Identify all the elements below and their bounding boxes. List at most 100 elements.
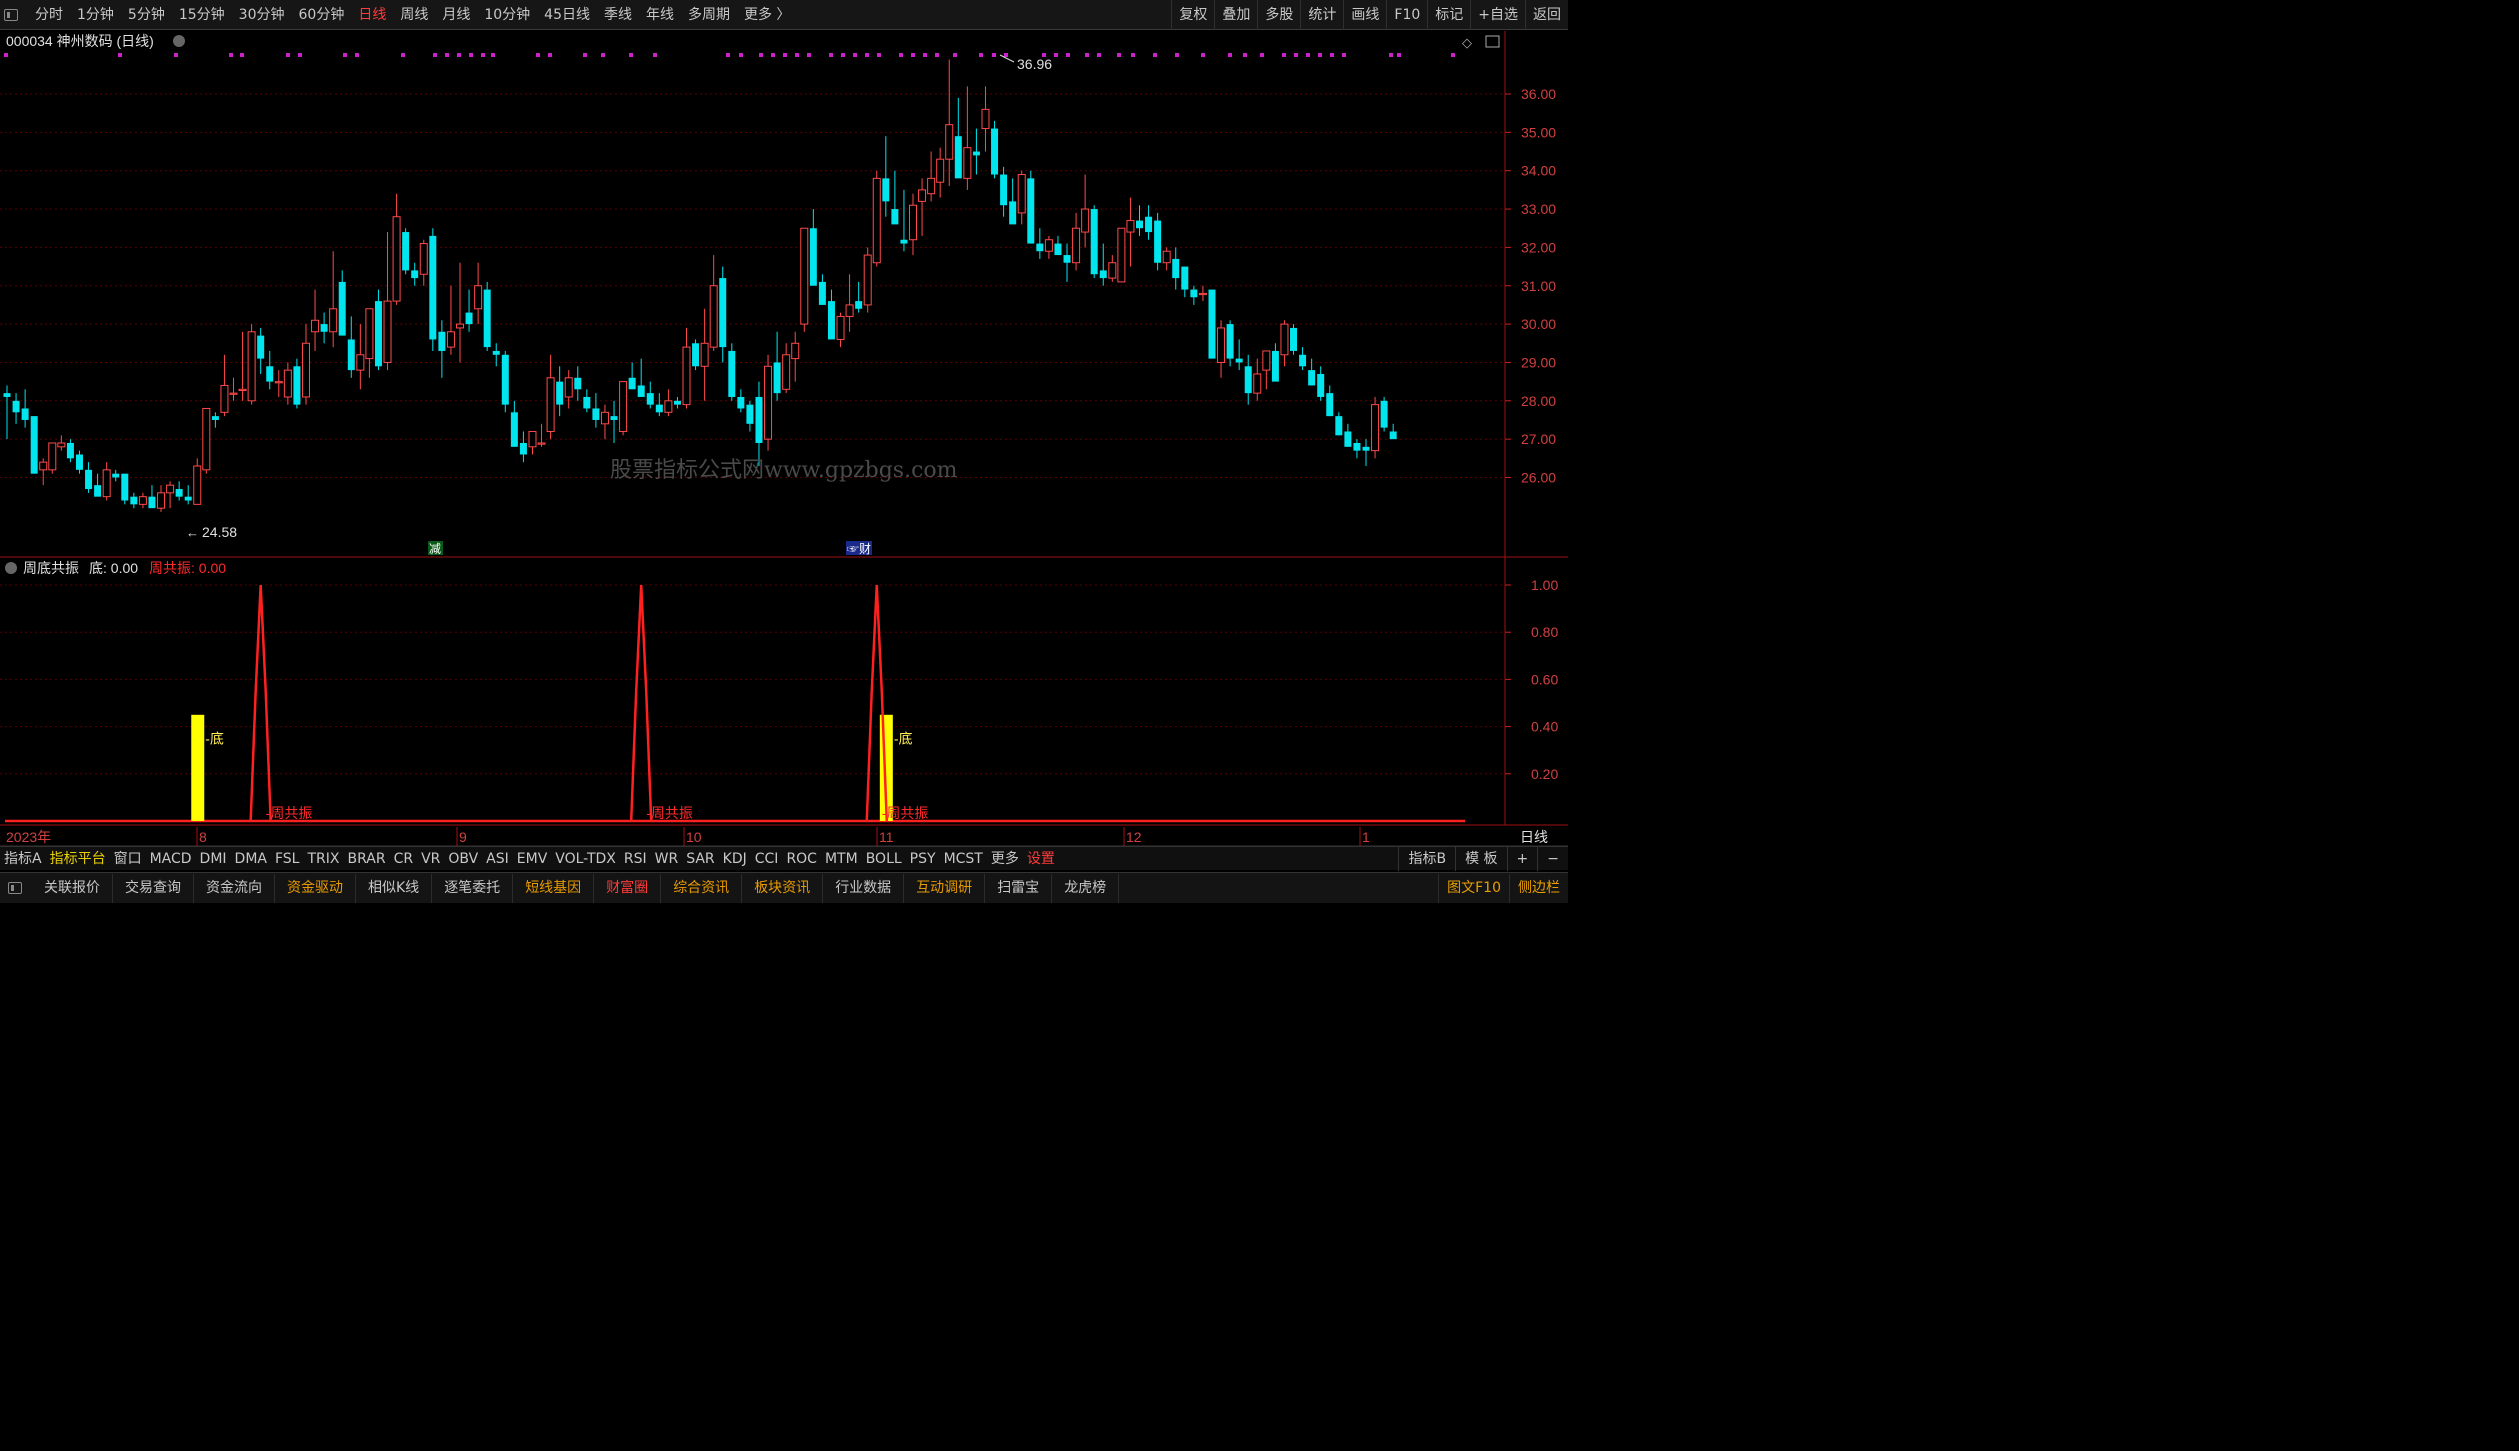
period-tab-2[interactable]: 5分钟 [121,0,172,30]
period-tab-12[interactable]: 年线 [639,0,681,30]
indicator-right-2[interactable]: + [1506,846,1538,871]
signal-dot [583,53,587,57]
diamond-icon[interactable]: ◇ [1462,35,1472,50]
candle [637,358,645,397]
indicator-tab-5[interactable]: DMA [231,847,271,871]
function-tab-0[interactable]: 关联报价 [32,873,113,903]
signal-dot [1117,53,1121,57]
function-tab-13[interactable]: 龙虎榜 [1052,873,1120,903]
function-tab-11[interactable]: 互动调研 [904,873,986,903]
period-tab-14[interactable]: 更多 〉 [737,0,797,30]
signal-dot [935,53,939,57]
period-tab-3[interactable]: 15分钟 [172,0,232,30]
di-label: -底 [894,730,913,746]
period-tab-4[interactable]: 30分钟 [232,0,292,30]
function-tab-5[interactable]: 逐笔委托 [432,873,514,903]
top-button-0[interactable]: 复权 [1171,0,1214,30]
top-button-6[interactable]: 标记 [1427,0,1470,30]
function-tab-1[interactable]: 交易查询 [113,873,194,903]
indicator-tab-26[interactable]: 设置 [1023,847,1059,871]
candle [1280,320,1289,367]
period-tab-9[interactable]: 10分钟 [477,0,537,30]
indicator-tab-24[interactable]: MCST [940,847,987,871]
indicator-dropdown-icon[interactable] [5,562,17,574]
function-tab-10[interactable]: 行业数据 [823,873,905,903]
function-right-1[interactable]: 侧边栏 [1509,873,1568,903]
window-icon[interactable] [4,8,18,21]
period-tab-8[interactable]: 月线 [435,0,477,30]
indicator-tab-3[interactable]: MACD [146,847,196,871]
indicator-tab-6[interactable]: FSL [271,847,304,871]
indicator-right-buttons: 指标B 模 板 + − [1398,846,1568,871]
signal-dot [911,53,915,57]
indicator-tab-7[interactable]: TRIX [303,847,343,871]
signal-dot [469,53,473,57]
indicator-tab-13[interactable]: EMV [513,847,552,871]
candle [1172,247,1180,290]
title-dropdown-icon[interactable] [173,35,185,47]
indicator-tab-2[interactable]: 窗口 [110,847,146,871]
indicator-tab-4[interactable]: DMI [196,847,231,871]
candle [419,239,428,286]
candle [411,262,419,286]
panel-icon[interactable] [8,882,22,894]
function-tab-9[interactable]: 板块资讯 [742,873,824,903]
indicator-tab-14[interactable]: VOL-TDX [551,847,620,871]
top-button-8[interactable]: 返回 [1525,0,1568,30]
period-tab-13[interactable]: 多周期 [681,0,737,30]
layout-icon[interactable] [1485,35,1500,48]
indicator-tab-25[interactable]: 更多 [987,847,1023,871]
chart-area[interactable]: 36.96 ← 24.58 股票指标公式网www.gpzbgs.com 减 ☞财 周底共振… [0,31,1568,847]
top-button-7[interactable]: +自选 [1470,0,1525,30]
function-tab-7[interactable]: 财富圈 [594,873,662,903]
period-tab-0[interactable]: 分时 [28,0,70,30]
indicator-tab-12[interactable]: ASI [482,847,513,871]
period-tab-10[interactable]: 45日线 [537,0,597,30]
signal-dot [343,53,347,57]
candle [1235,339,1243,371]
function-tab-8[interactable]: 综合资讯 [661,873,743,903]
indicator-tab-10[interactable]: VR [417,847,444,871]
period-tab-11[interactable]: 季线 [597,0,639,30]
indicator-tab-16[interactable]: WR [651,847,683,871]
function-tab-4[interactable]: 相似K线 [356,873,433,903]
function-tab-12[interactable]: 扫雷宝 [985,873,1053,903]
indicator-tab-0[interactable]: 指标A [0,847,46,871]
indicator-tab-19[interactable]: CCI [751,847,783,871]
top-button-2[interactable]: 多股 [1257,0,1300,30]
top-button-4[interactable]: 画线 [1343,0,1386,30]
period-tab-7[interactable]: 周线 [393,0,435,30]
candle [972,128,980,175]
candle [1117,227,1126,283]
indicator-right-1[interactable]: 模 板 [1455,846,1506,871]
period-tab-5[interactable]: 60分钟 [292,0,352,30]
indicator-right-3[interactable]: − [1537,846,1568,871]
indicator-tab-17[interactable]: SAR [682,847,718,871]
indicator-tab-20[interactable]: ROC [782,847,821,871]
price-tick-8: 28.00 [1521,393,1556,409]
indicator-tab-15[interactable]: RSI [620,847,651,871]
indicator-tab-1[interactable]: 指标平台 [46,847,110,871]
indicator-tab-23[interactable]: PSY [906,847,940,871]
function-tab-6[interactable]: 短线基因 [513,873,595,903]
gongzhen-label: -周共振 [266,805,313,821]
indicator-tab-8[interactable]: BRAR [343,847,389,871]
indicator-tab-11[interactable]: OBV [444,847,482,871]
top-button-1[interactable]: 叠加 [1214,0,1257,30]
function-tab-2[interactable]: 资金流向 [194,873,275,903]
indicator-right-0[interactable]: 指标B [1398,846,1455,871]
top-button-3[interactable]: 统计 [1300,0,1343,30]
period-tab-6[interactable]: 日线 [351,0,393,30]
period-tab-1[interactable]: 1分钟 [70,0,121,30]
candle [1154,212,1162,271]
function-tab-3[interactable]: 资金驱动 [275,873,356,903]
indicator-tab-9[interactable]: CR [390,847,418,871]
signal-dot [759,53,763,57]
function-right-0[interactable]: 图文F10 [1438,873,1509,903]
top-button-5[interactable]: F10 [1386,0,1427,30]
indicator-tab-21[interactable]: MTM [821,847,862,871]
indicator-tab-22[interactable]: BOLL [862,847,906,871]
signal-dot [841,53,845,57]
candle [628,362,636,390]
indicator-tab-18[interactable]: KDJ [719,847,751,871]
